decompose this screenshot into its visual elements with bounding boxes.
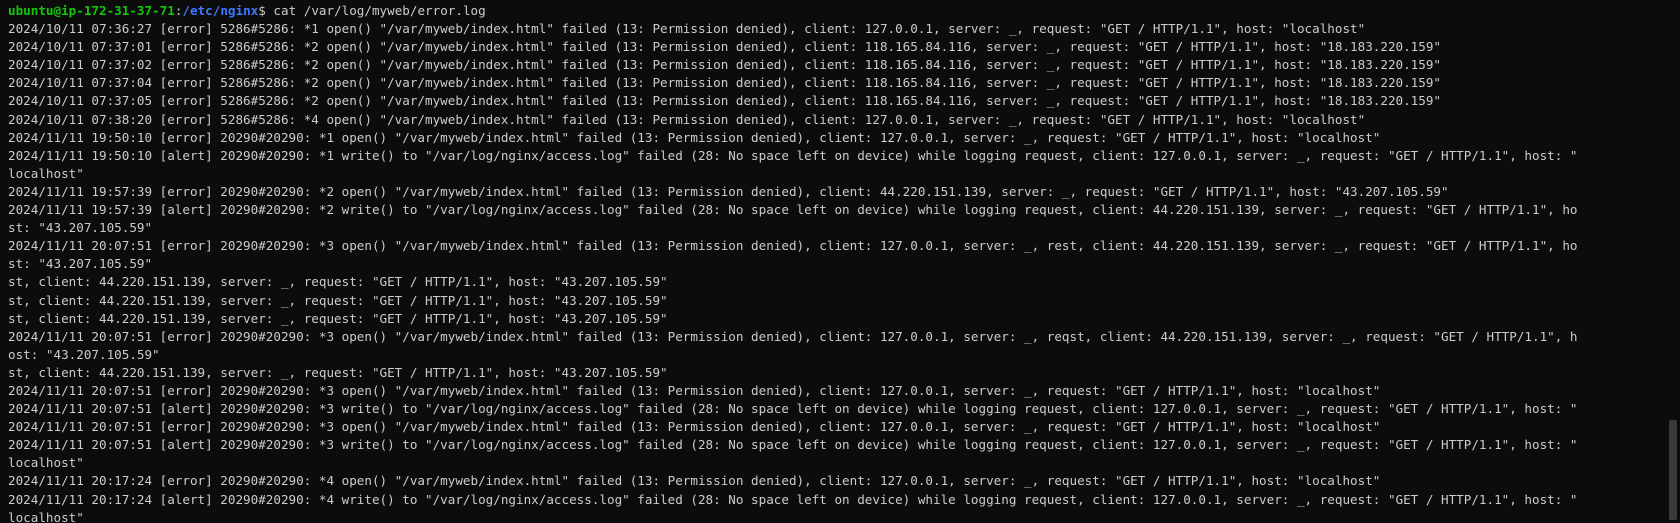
log-line: 2024/10/11 07:37:02 [error] 5286#5286: *… <box>8 57 1442 73</box>
log-line: 2024/10/11 07:38:20 [error] 5286#5286: *… <box>8 111 1366 127</box>
log-line: 2024/10/11 07:37:01 [error] 5286#5286: *… <box>8 39 1442 55</box>
log-line: st, client: 44.220.151.139, server: _, r… <box>8 310 668 326</box>
log-line: 2024/11/11 20:07:51 [alert] 20290#20290:… <box>8 401 1578 417</box>
scrollbar-thumb[interactable] <box>1669 420 1677 520</box>
log-line: 2024/10/11 07:36:27 [error] 5286#5286: *… <box>8 21 1366 37</box>
log-line: st, client: 44.220.151.139, server: _, r… <box>8 364 668 380</box>
log-line: ost: "43.207.105.59" <box>8 346 160 362</box>
log-line: 2024/11/11 19:50:10 [alert] 20290#20290:… <box>8 147 1578 163</box>
log-line: 2024/11/11 20:07:51 [error] 20290#20290:… <box>8 419 1381 435</box>
prompt-cwd: /etc/nginx <box>182 3 259 18</box>
prompt-user-host: ubuntu@ip-172-31-37-71 <box>8 3 175 18</box>
terminal-window[interactable]: ubuntu@ip-172-31-37-71:/etc/nginx$ cat /… <box>0 0 1680 523</box>
log-line: localhost" <box>8 509 84 523</box>
prompt-line: ubuntu@ip-172-31-37-71:/etc/nginx$ cat /… <box>8 2 1672 20</box>
log-line: localhost" <box>8 455 84 471</box>
log-line: st: "43.207.105.59" <box>8 220 153 236</box>
log-line: 2024/11/11 20:07:51 [error] 20290#20290:… <box>8 328 1578 344</box>
log-line: 2024/11/11 19:57:39 [error] 20290#20290:… <box>8 183 1449 199</box>
log-line: 2024/11/11 20:07:51 [alert] 20290#20290:… <box>8 437 1578 453</box>
log-line: localhost" <box>8 165 84 181</box>
log-line: 2024/10/11 07:37:05 [error] 5286#5286: *… <box>8 93 1442 109</box>
log-line: 2024/11/11 20:17:24 [error] 20290#20290:… <box>8 473 1381 489</box>
prompt-symbol: $ <box>258 3 274 18</box>
log-line: 2024/11/11 19:57:39 [alert] 20290#20290:… <box>8 202 1578 218</box>
log-line: st: "43.207.105.59" <box>8 256 153 272</box>
prompt-command: cat /var/log/myweb/error.log <box>273 3 486 18</box>
log-line: st, client: 44.220.151.139, server: _, r… <box>8 274 668 290</box>
log-line: 2024/11/11 20:17:24 [alert] 20290#20290:… <box>8 491 1578 507</box>
log-line: 2024/11/11 20:07:51 [error] 20290#20290:… <box>8 382 1381 398</box>
vertical-scrollbar[interactable] <box>1666 0 1680 523</box>
log-line: 2024/11/11 19:50:10 [error] 20290#20290:… <box>8 129 1381 145</box>
log-line: st, client: 44.220.151.139, server: _, r… <box>8 292 668 308</box>
log-line: 2024/11/11 20:07:51 [error] 20290#20290:… <box>8 238 1578 254</box>
log-line: 2024/10/11 07:37:04 [error] 5286#5286: *… <box>8 75 1442 91</box>
